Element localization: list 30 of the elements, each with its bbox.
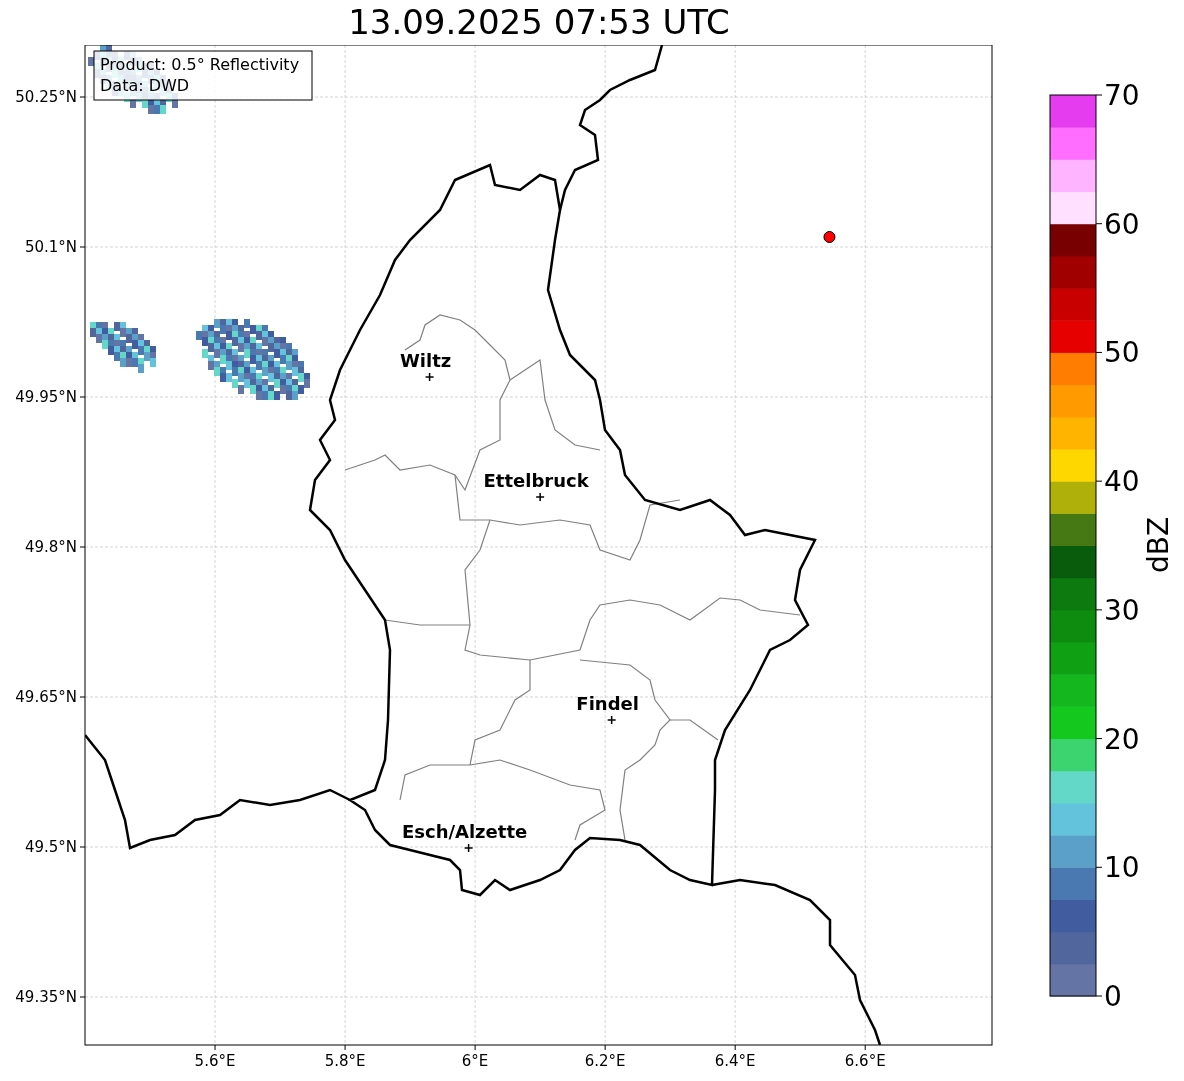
- colorbar-label: dBZ: [1142, 516, 1175, 574]
- chart-title: 13.09.2025 07:53 UTC: [348, 1, 730, 44]
- city-label: Ettelbruck: [483, 470, 589, 491]
- colorbar-tick-label: 0: [1104, 980, 1122, 1013]
- y-tick-label: 49.5°N: [24, 838, 77, 856]
- x-tick-label: 5.8°E: [324, 1052, 366, 1070]
- colorbar-tick-label: 30: [1104, 593, 1140, 627]
- info-text: Data: DWD: [100, 76, 190, 95]
- x-tick-label: 5.6°E: [194, 1052, 236, 1070]
- y-tick-label: 49.95°N: [15, 388, 77, 406]
- x-tick-label: 6.6°E: [844, 1052, 886, 1070]
- y-tick-label: 50.1°N: [24, 238, 77, 256]
- radar-echo-drawing: [90, 322, 156, 373]
- x-tick-label: 6.2°E: [584, 1052, 626, 1070]
- city-label: Esch/Alzette: [401, 821, 528, 842]
- y-tick-label: 49.8°N: [24, 538, 77, 556]
- city-label: Wiltz: [399, 350, 452, 371]
- x-tick-label: 6°E: [461, 1052, 489, 1070]
- colorbar-tick-label: 60: [1104, 207, 1140, 241]
- city-label: Findel: [576, 693, 639, 714]
- colorbar-tick-label: 40: [1104, 465, 1140, 499]
- y-tick-label: 50.25°N: [15, 88, 77, 106]
- colorbar-tick-label: 50: [1104, 336, 1140, 370]
- y-tick-label: 49.65°N: [15, 688, 77, 706]
- colorbar-tick-label: 70: [1104, 79, 1140, 112]
- y-tick-label: 49.35°N: [15, 988, 77, 1006]
- x-tick-label: 6.4°E: [714, 1052, 756, 1070]
- colorbar-tick-label: 10: [1104, 851, 1140, 885]
- colorbar-tick-label: 20: [1104, 722, 1140, 756]
- info-text: Product: 0.5° Reflectivity: [100, 55, 300, 74]
